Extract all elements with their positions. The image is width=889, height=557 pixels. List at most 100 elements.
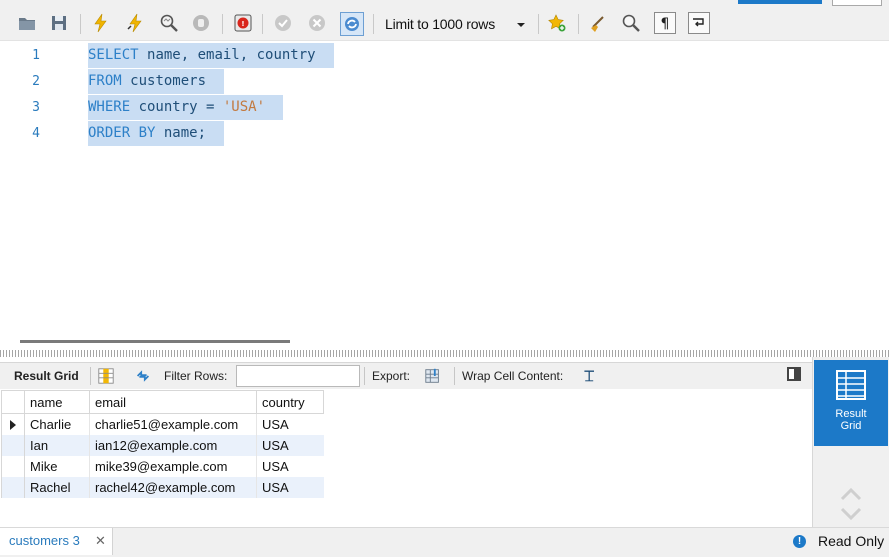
grid-icon [836,370,866,400]
scroll-up-down-icon[interactable] [839,485,863,523]
row-indicator [1,456,25,477]
sql-string: 'USA' [222,99,266,115]
grid-columns-icon[interactable] [96,366,116,386]
sql-text: customers [130,73,207,89]
column-header-country[interactable]: country [256,390,324,414]
status-bar: customers 3 ✕ ! Read Only [0,527,889,557]
code-line[interactable]: SELECT name, email, country [88,43,334,68]
cell-email[interactable]: mike39@example.com [89,456,257,477]
cell-name[interactable]: Ian [24,435,90,456]
result-side-panel: Result Grid [812,357,889,527]
result-grid-label[interactable]: Result Grid [14,369,79,383]
line-number: 1 [32,48,40,63]
stop-on-error-icon[interactable]: ! [232,12,254,34]
sql-keyword: WHERE [88,99,139,115]
wrap-lines-icon[interactable] [688,12,710,34]
toolbar-separator [222,14,223,34]
table-row[interactable]: Mike mike39@example.com USA [1,456,324,477]
toolbar-separator [262,14,263,34]
rollback-x-icon[interactable] [306,12,328,34]
result-grid[interactable]: name email country Charlie charlie51@exa… [0,389,812,526]
label-line: Grid [840,420,862,432]
stop-hand-icon[interactable] [190,12,212,34]
sql-editor-toolbar: ! Limit to 1000 rows ¶ [0,6,889,41]
editor-line: 3 WHERE country = 'USA' [0,95,889,121]
row-indicator [1,435,25,456]
cell-name[interactable]: Rachel [24,477,90,498]
cell-country[interactable]: USA [256,477,324,498]
wrap-cell-content-label: Wrap Cell Content: [462,369,564,383]
sql-text: name, email, country [147,47,316,63]
table-row[interactable]: Rachel rachel42@example.com USA [1,477,324,498]
cell-name[interactable]: Mike [24,456,90,477]
column-header-email[interactable]: email [89,390,257,414]
toolbar-separator [578,14,579,34]
table-row[interactable]: Charlie charlie51@example.com USA [1,413,324,435]
active-tab-highlight[interactable] [738,0,822,4]
toggle-panel-icon[interactable] [787,367,801,381]
close-icon[interactable]: ✕ [95,533,106,549]
cell-country[interactable]: USA [256,413,324,435]
cell-email[interactable]: ian12@example.com [89,435,257,456]
refresh-arrows-icon[interactable] [133,366,153,386]
read-only-status: Read Only [818,533,885,549]
export-icon[interactable] [423,366,443,386]
wrap-cell-icon[interactable] [580,366,600,386]
table-header-row: name email country [1,390,324,414]
result-tab-customers[interactable]: customers 3 ✕ [0,528,113,555]
toolbar-separator [80,14,81,34]
find-magnifier-icon[interactable] [620,12,642,34]
result-table: name email country Charlie charlie51@exa… [1,390,324,498]
open-folder-icon[interactable] [16,12,38,34]
explain-magnifier-icon[interactable] [158,12,180,34]
limit-rows-select[interactable]: Limit to 1000 rows [385,16,495,32]
toolbar-separator [373,14,374,34]
toolbar-separator [454,367,455,385]
code-line[interactable]: WHERE country = 'USA' [88,95,284,120]
row-indicator-header [1,390,25,414]
svg-text:!: ! [241,20,244,28]
commit-check-icon[interactable] [272,12,294,34]
invisible-chars-pilcrow-icon[interactable]: ¶ [654,12,676,34]
beautify-broom-icon[interactable] [588,12,610,34]
toolbar-separator [538,14,539,34]
toolbar-separator [364,367,365,385]
result-grid-toolbar: Result Grid Filter Rows: Export: Wrap Ce… [0,362,812,390]
sql-keyword: ORDER BY [88,125,164,141]
add-snippet-star-icon[interactable] [546,12,568,34]
line-number: 4 [32,126,40,141]
filter-rows-label: Filter Rows: [164,369,228,383]
line-number: 3 [32,100,40,115]
column-header-name[interactable]: name [24,390,90,414]
filter-rows-input[interactable] [236,365,360,387]
editor-line: 4 ORDER BY name; [0,121,889,147]
chevron-down-icon[interactable] [517,23,525,27]
editor-line: 2 FROM customers [0,69,889,95]
autocommit-toggle-icon[interactable] [340,12,364,36]
execute-current-statement-icon[interactable] [124,12,146,34]
sql-keyword: SELECT [88,47,148,63]
table-row[interactable]: Ian ian12@example.com USA [1,435,324,456]
line-number: 2 [32,74,40,89]
cell-name[interactable]: Charlie [24,413,90,435]
info-icon: ! [793,535,806,548]
code-line[interactable]: FROM customers [88,69,225,94]
cell-email[interactable]: rachel42@example.com [89,477,257,498]
editor-horizontal-scrollbar[interactable] [20,340,290,343]
result-grid-button-label: Result Grid [835,408,866,432]
sql-text: name; [163,125,207,141]
sql-editor[interactable]: 1 SELECT name, email, country 2 FROM cus… [0,41,889,333]
panel-splitter[interactable] [0,350,889,357]
result-tab-label[interactable]: customers 3 [9,533,80,548]
result-grid-side-button[interactable]: Result Grid [814,360,888,446]
toolbar-separator [90,367,91,385]
cell-country[interactable]: USA [256,435,324,456]
sql-text: country = [138,99,223,115]
cell-country[interactable]: USA [256,456,324,477]
cell-email[interactable]: charlie51@example.com [89,413,257,435]
code-line[interactable]: ORDER BY name; [88,121,225,146]
execute-lightning-icon[interactable] [90,12,112,34]
export-label: Export: [372,369,411,383]
save-icon[interactable] [48,12,70,34]
svg-text:¶: ¶ [661,16,670,32]
